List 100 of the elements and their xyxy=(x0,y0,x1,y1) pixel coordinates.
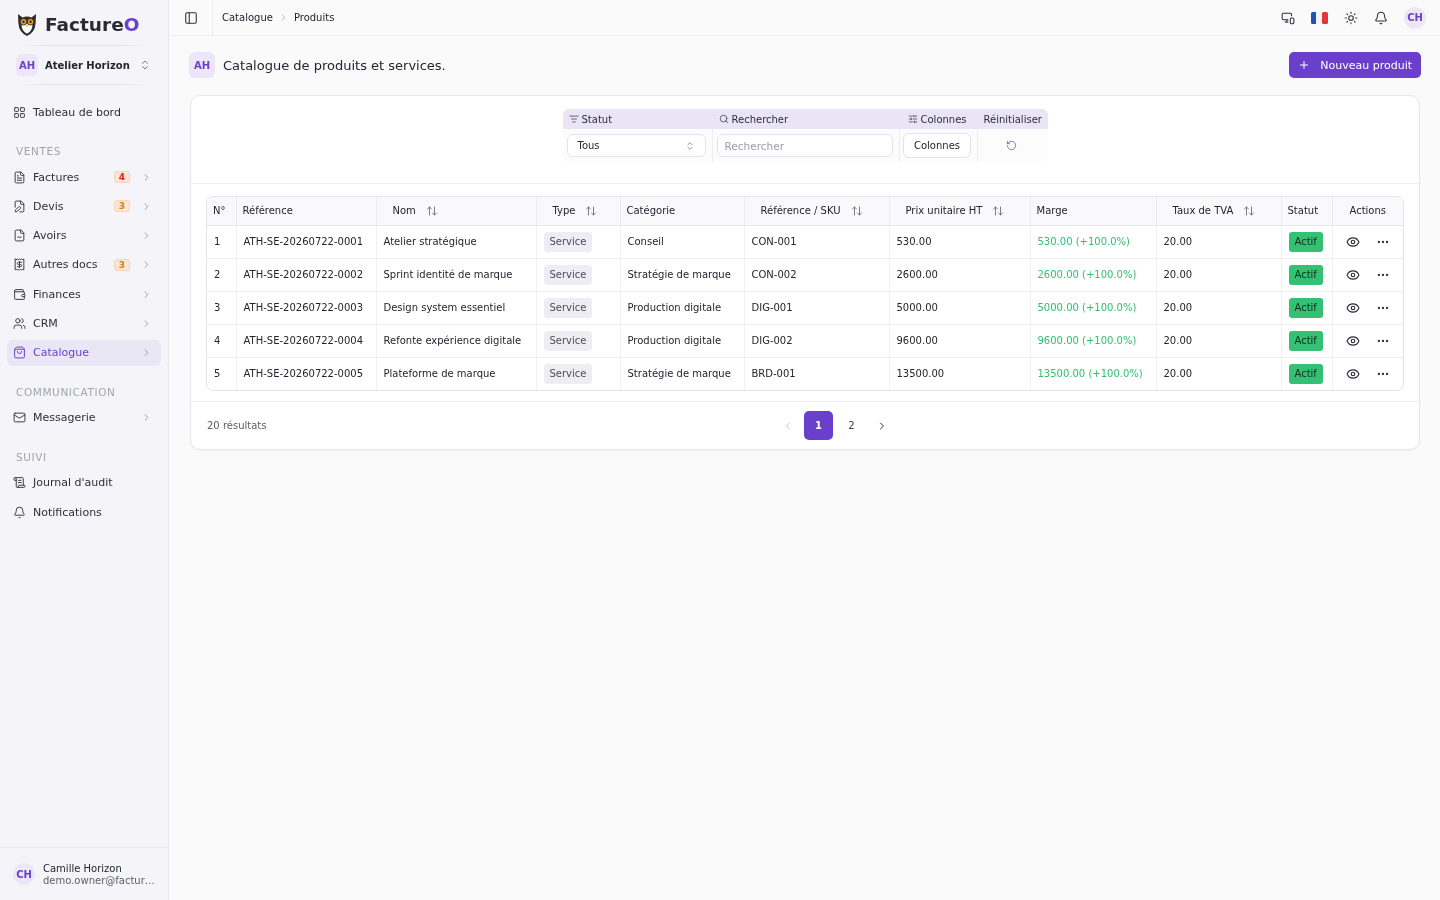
document-icon xyxy=(13,170,26,184)
sidebar-item[interactable]: Autres docs 3 xyxy=(7,251,161,278)
table-cell: ATH-SE-20260722-0002 xyxy=(236,258,376,291)
search-icon xyxy=(718,114,729,124)
eye-icon xyxy=(1346,234,1361,249)
sidebar-item[interactable]: Notifications xyxy=(7,499,161,526)
status-badge: Actif xyxy=(1288,363,1323,384)
status-select[interactable]: Tous xyxy=(566,134,706,157)
table-cell: 5 xyxy=(207,357,236,390)
type-tag: Service xyxy=(543,264,593,285)
table-cell: 20.00 xyxy=(1156,357,1281,390)
table-cell: Stratégie de marque xyxy=(620,357,744,390)
workspace-avatar: AH xyxy=(189,52,215,78)
sidebar-item[interactable]: Avoirs xyxy=(7,222,161,249)
filter-label: Statut xyxy=(581,113,613,125)
reset-button[interactable] xyxy=(1004,138,1019,153)
page-button[interactable]: 1 xyxy=(804,411,833,440)
sidebar-toggle-icon[interactable] xyxy=(183,10,198,25)
sort-icon xyxy=(1243,204,1256,217)
table-cell: 530.00 xyxy=(889,225,1030,258)
wallet-icon xyxy=(13,287,26,301)
table-cell: Production digitale xyxy=(620,324,744,357)
section-label: SUIVI xyxy=(16,449,48,464)
notification-bell-icon[interactable] xyxy=(1374,10,1388,25)
plus-icon xyxy=(1298,59,1311,71)
new-product-button[interactable]: Nouveau produit xyxy=(1289,52,1421,78)
sidebar-item[interactable]: Devis 3 xyxy=(7,193,161,220)
table-cell: 13500.00 xyxy=(889,357,1030,390)
columns-button[interactable]: Colonnes xyxy=(903,133,972,158)
sliders-icon xyxy=(907,114,918,124)
table-cell: 3 xyxy=(207,291,236,324)
count-badge: 3 xyxy=(113,200,130,213)
eye-icon xyxy=(1346,366,1361,381)
user-name: Camille Horizon xyxy=(43,862,123,874)
owl-logo-icon xyxy=(17,14,37,36)
column-header: N° xyxy=(207,197,236,225)
user-avatar[interactable]: CH xyxy=(1404,6,1426,29)
bell-icon xyxy=(13,505,26,519)
table-cell: Conseil xyxy=(620,225,744,258)
sidebar-item[interactable]: Messagerie xyxy=(7,404,161,431)
table-cell: ATH-SE-20260722-0005 xyxy=(236,357,376,390)
grid-icon xyxy=(13,105,26,119)
table-cell: 9600.00 (+100.0%) xyxy=(1030,324,1156,357)
eye-icon xyxy=(1346,267,1361,282)
filter-label: Rechercher xyxy=(731,113,789,125)
filter-label: Colonnes xyxy=(920,113,967,125)
user-avatar[interactable]: CH xyxy=(13,863,35,885)
type-tag: Service xyxy=(543,231,593,252)
search-field[interactable]: Rechercher xyxy=(716,134,893,157)
count-badge: 3 xyxy=(113,258,130,271)
table-cell: DIG-001 xyxy=(744,291,889,324)
section-label: VENTES xyxy=(16,144,62,158)
table-cell: 2600.00 (+100.0%) xyxy=(1030,258,1156,291)
user-email: demo.owner@factur… xyxy=(43,874,155,886)
column-header: Actions xyxy=(1332,197,1403,225)
table-cell: 20.00 xyxy=(1156,225,1281,258)
eye-icon xyxy=(1346,333,1361,348)
mail-icon xyxy=(13,411,26,425)
chevrons-up-down-icon xyxy=(684,140,695,151)
users-icon xyxy=(13,317,26,330)
table-cell: 4 xyxy=(207,324,236,357)
table-cell: Atelier stratégique xyxy=(376,225,536,258)
sun-icon[interactable] xyxy=(1344,10,1358,25)
table-cell: 1 xyxy=(207,225,236,258)
table-cell: CON-001 xyxy=(744,225,889,258)
table-cell: 5000.00 xyxy=(889,291,1030,324)
sidebar-item[interactable]: Finances xyxy=(7,281,161,308)
sort-icon xyxy=(585,204,598,217)
table-cell: 5000.00 (+100.0%) xyxy=(1030,291,1156,324)
sidebar-item[interactable]: CRM xyxy=(7,310,161,337)
type-tag: Service xyxy=(543,363,593,384)
sidebar-item[interactable]: Tableau de bord xyxy=(7,99,161,125)
sort-header-button[interactable]: Nom xyxy=(392,204,438,217)
breadcrumb-link[interactable]: Catalogue xyxy=(222,12,273,23)
status-badge: Actif xyxy=(1288,231,1323,252)
sort-icon xyxy=(992,204,1005,217)
table-cell: 2 xyxy=(207,258,236,291)
document-minus-icon xyxy=(13,229,26,243)
france-flag-icon[interactable] xyxy=(1311,11,1328,24)
workspace-avatar: AH xyxy=(16,54,38,76)
page-button[interactable]: 2 xyxy=(837,411,866,440)
sidebar-item[interactable]: Factures 4 xyxy=(7,164,161,190)
table-cell: Production digitale xyxy=(620,291,744,324)
reset-icon xyxy=(1006,140,1017,151)
column-header: Statut xyxy=(1281,197,1332,225)
sidebar-item[interactable]: Journal d'audit xyxy=(7,469,161,496)
sidebar-item[interactable]: Catalogue xyxy=(7,339,161,366)
table-cell: CON-002 xyxy=(744,258,889,291)
page-title: Catalogue de produits et services. xyxy=(223,57,446,73)
column-header: Marge xyxy=(1030,197,1156,225)
table-cell: 20.00 xyxy=(1156,291,1281,324)
table-cell: Stratégie de marque xyxy=(620,258,744,291)
type-tag: Service xyxy=(543,297,593,318)
bag-icon xyxy=(13,346,26,360)
status-badge: Actif xyxy=(1288,330,1323,351)
workspace-name: Atelier Horizon xyxy=(45,59,131,71)
results-count: 20 résultats xyxy=(207,420,267,431)
chevrons-up-down-icon[interactable] xyxy=(139,59,151,71)
devices-icon[interactable] xyxy=(1281,10,1295,25)
scroll-icon xyxy=(13,476,26,490)
